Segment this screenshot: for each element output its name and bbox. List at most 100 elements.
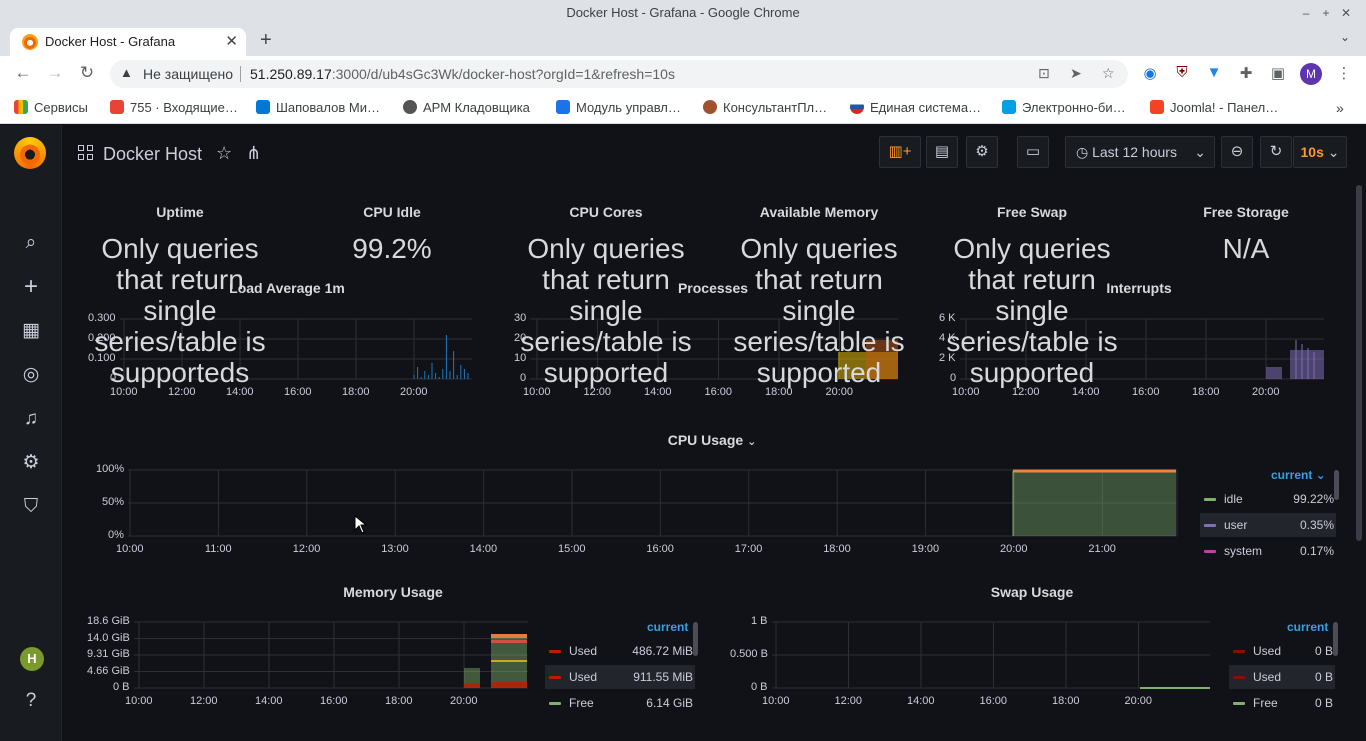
x-tick-label: 17:00 [734, 543, 763, 555]
x-tick-label: 14:00 [469, 543, 498, 555]
y-tick-label: 1 B [751, 615, 768, 627]
x-tick-label: 16:00 [1132, 386, 1160, 398]
y-tick-label: 18.6 GiB [87, 615, 130, 627]
x-tick-label: 10:00 [523, 386, 551, 398]
y-tick-label: 9.31 GiB [87, 648, 130, 660]
legend-value: 0 B [1314, 644, 1333, 658]
x-tick-label: 20:00 [400, 386, 428, 398]
y-tick-label: 0.300 [88, 312, 116, 324]
free-swap-error-text: Only queries that return single series/t… [946, 233, 1118, 388]
legend-item-user[interactable]: user 0.35% [1200, 513, 1336, 537]
legend-value: 0.35% [1299, 518, 1334, 532]
x-tick-label: 10:00 [116, 543, 144, 555]
memory-legend-free[interactable]: Free 6.14 GiB [545, 691, 695, 715]
memory-legend-used-2[interactable]: Used 911.55 MiB [545, 665, 695, 689]
x-tick-label: 18:00 [765, 386, 793, 398]
x-tick-label: 14:00 [644, 386, 672, 398]
legend-value: 0.17% [1299, 544, 1334, 558]
x-tick-label: 12:00 [1012, 386, 1040, 398]
memory-buffer-area [491, 640, 527, 643]
free-storage-value: N/A [1222, 233, 1270, 264]
y-tick-label: 6 K [939, 312, 956, 324]
cpu-usage-title[interactable]: CPU Usage ⌄ [668, 432, 757, 448]
swap-legend-free[interactable]: Free 0 B [1229, 691, 1335, 715]
y-tick-label: 0% [108, 529, 124, 541]
legend-swatch [1204, 524, 1216, 527]
x-tick-label: 10:00 [952, 386, 980, 398]
legend-name: user [1224, 518, 1248, 532]
legend-swatch [1204, 550, 1216, 553]
x-tick-label: 14:00 [907, 695, 935, 707]
y-tick-label: 10 [514, 352, 527, 364]
swap-legend-used-2[interactable]: Used 0 B [1229, 665, 1335, 689]
y-tick-label: 0 B [113, 681, 130, 693]
legend-value: 0 B [1314, 670, 1333, 684]
chevron-down-icon: ⌄ [747, 436, 757, 448]
memory-legend-scrollbar[interactable] [693, 622, 698, 656]
cpu-idle-value: 99.2% [352, 233, 432, 264]
legend-name: system [1224, 544, 1263, 558]
x-tick-label: 21:00 [1088, 543, 1116, 555]
x-tick-label: 10:00 [125, 695, 153, 707]
legend-swatch [549, 676, 561, 679]
cpu-idle-area [1013, 471, 1176, 536]
y-tick-label: 4 K [939, 332, 956, 344]
legend-sort-header[interactable]: current ⌄ [1271, 468, 1326, 482]
legend-swatch [549, 650, 561, 653]
y-tick-label: 0 B [751, 681, 768, 693]
x-tick-label: 12:00 [292, 543, 321, 555]
legend-name: Free [1253, 696, 1278, 710]
x-tick-label: 12:00 [583, 386, 612, 398]
y-tick-label: 2 K [939, 352, 956, 364]
mouse-cursor-icon [354, 514, 368, 534]
x-tick-label: 16:00 [646, 543, 674, 555]
swap-legend-used-1[interactable]: Used 0 B [1229, 639, 1335, 663]
y-tick-label: 0.200 [88, 332, 116, 344]
y-tick-label: 20 [514, 332, 527, 344]
x-tick-label: 11:00 [204, 543, 232, 555]
y-tick-label: 4.66 GiB [87, 664, 130, 677]
legend-item-idle[interactable]: idle 99.22% [1200, 487, 1336, 511]
x-tick-label: 13:00 [381, 543, 409, 555]
legend-swatch [1233, 676, 1245, 679]
x-tick-label: 20:00 [1000, 543, 1028, 555]
x-tick-label: 16:00 [320, 695, 348, 707]
legend-name: idle [1224, 492, 1243, 506]
y-tick-label: 0 [950, 372, 957, 384]
memory-used-area [464, 683, 480, 688]
x-tick-label: 12:00 [190, 695, 218, 707]
x-tick-label: 18:00 [1192, 386, 1220, 398]
swap-legend-scrollbar[interactable] [1333, 622, 1338, 656]
y-tick-label: 0 [520, 372, 527, 384]
legend-value: 911.55 MiB [633, 670, 693, 684]
legend-item-system[interactable]: system 0.17% [1200, 539, 1336, 563]
x-tick-label: 12:00 [834, 695, 863, 707]
memory-used-area [491, 682, 527, 688]
x-tick-label: 10:00 [110, 386, 138, 398]
legend-swatch [1233, 650, 1245, 653]
legend-swatch [1204, 498, 1216, 501]
x-tick-label: 20:00 [450, 695, 478, 707]
y-tick-label: 0.500 B [730, 648, 768, 660]
x-tick-label: 20:00 [825, 386, 854, 398]
available-memory-error-text: Only queries that return single series/t… [733, 233, 905, 388]
legend-name: Used [569, 644, 598, 658]
x-tick-label: 10:00 [762, 695, 790, 707]
x-tick-label: 20:00 [1252, 386, 1280, 398]
interrupts-area [1290, 350, 1324, 379]
memory-legend-header[interactable]: current [647, 620, 688, 634]
y-tick-label: 0 [110, 372, 117, 384]
x-tick-label: 18:00 [342, 386, 370, 398]
x-tick-label: 14:00 [255, 695, 283, 707]
memory-legend-used-1[interactable]: Used 486.72 MiB [545, 639, 695, 663]
x-tick-label: 19:00 [911, 543, 940, 555]
legend-swatch [549, 702, 561, 705]
x-tick-label: 18:00 [1052, 695, 1080, 707]
memory-line [491, 660, 527, 662]
x-tick-label: 16:00 [704, 386, 733, 398]
swap-legend-header[interactable]: current [1287, 620, 1328, 634]
y-tick-label: 0.100 [88, 352, 116, 364]
interrupts-area [1266, 367, 1282, 379]
legend-name: Used [569, 670, 598, 684]
legend-scrollbar[interactable] [1334, 470, 1339, 500]
